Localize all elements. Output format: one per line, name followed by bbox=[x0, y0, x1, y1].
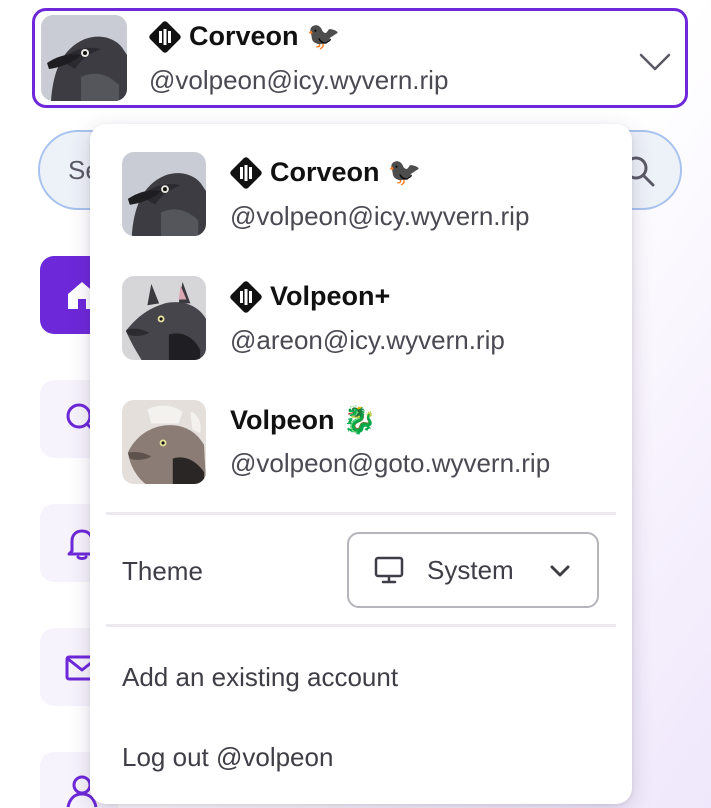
avatar bbox=[122, 400, 206, 484]
add-existing-account-button[interactable]: Add an existing account bbox=[122, 662, 398, 693]
name-emoji: 🐉 bbox=[342, 405, 377, 436]
account-handle: @volpeon@icy.wyvern.rip bbox=[230, 200, 530, 231]
menu-divider bbox=[106, 624, 616, 627]
avatar bbox=[122, 152, 206, 236]
account-name: Volpeon+ bbox=[270, 281, 391, 311]
account-name: Volpeon bbox=[230, 405, 335, 435]
monitor-icon bbox=[374, 556, 404, 584]
account-switcher[interactable]: Corveon 🐦‍⬛ @volpeon@icy.wyvern.rip bbox=[32, 8, 688, 108]
volpeon-avatar-image bbox=[122, 400, 206, 484]
menu-account-item[interactable]: Volpeon 🐉 @volpeon@goto.wyvern.rip bbox=[122, 400, 550, 484]
chevron-down-icon bbox=[550, 565, 570, 577]
account-handle: @volpeon@icy.wyvern.rip bbox=[149, 64, 449, 95]
corveon-avatar-image bbox=[122, 152, 206, 236]
theme-value: System bbox=[427, 554, 514, 585]
menu-account-item[interactable]: Corveon 🐦‍⬛ @volpeon@icy.wyvern.rip bbox=[122, 152, 529, 236]
bot-badge-icon bbox=[230, 280, 262, 313]
account-name: Corveon bbox=[270, 157, 380, 187]
chevron-down-icon bbox=[639, 53, 671, 71]
account-name: Corveon bbox=[189, 21, 299, 51]
theme-label: Theme bbox=[122, 556, 203, 586]
bot-badge-icon bbox=[149, 20, 181, 53]
corveon-avatar-image bbox=[41, 15, 127, 101]
bot-badge-icon bbox=[230, 156, 262, 189]
account-handle: @volpeon@goto.wyvern.rip bbox=[230, 448, 551, 478]
volpeon-plus-avatar-image bbox=[122, 276, 206, 360]
account-menu: Corveon 🐦‍⬛ @volpeon@icy.wyvern.rip bbox=[90, 124, 632, 804]
theme-select[interactable]: System bbox=[347, 532, 599, 608]
logout-button[interactable]: Log out @volpeon bbox=[122, 742, 333, 773]
name-emoji: 🐦‍⬛ bbox=[387, 157, 422, 188]
account-handle: @areon@icy.wyvern.rip bbox=[230, 324, 505, 355]
name-emoji: 🐦‍⬛ bbox=[306, 21, 341, 52]
menu-account-item[interactable]: Volpeon+ @areon@icy.wyvern.rip bbox=[122, 276, 505, 360]
menu-divider bbox=[106, 512, 616, 515]
avatar bbox=[122, 276, 206, 360]
avatar bbox=[41, 15, 127, 101]
